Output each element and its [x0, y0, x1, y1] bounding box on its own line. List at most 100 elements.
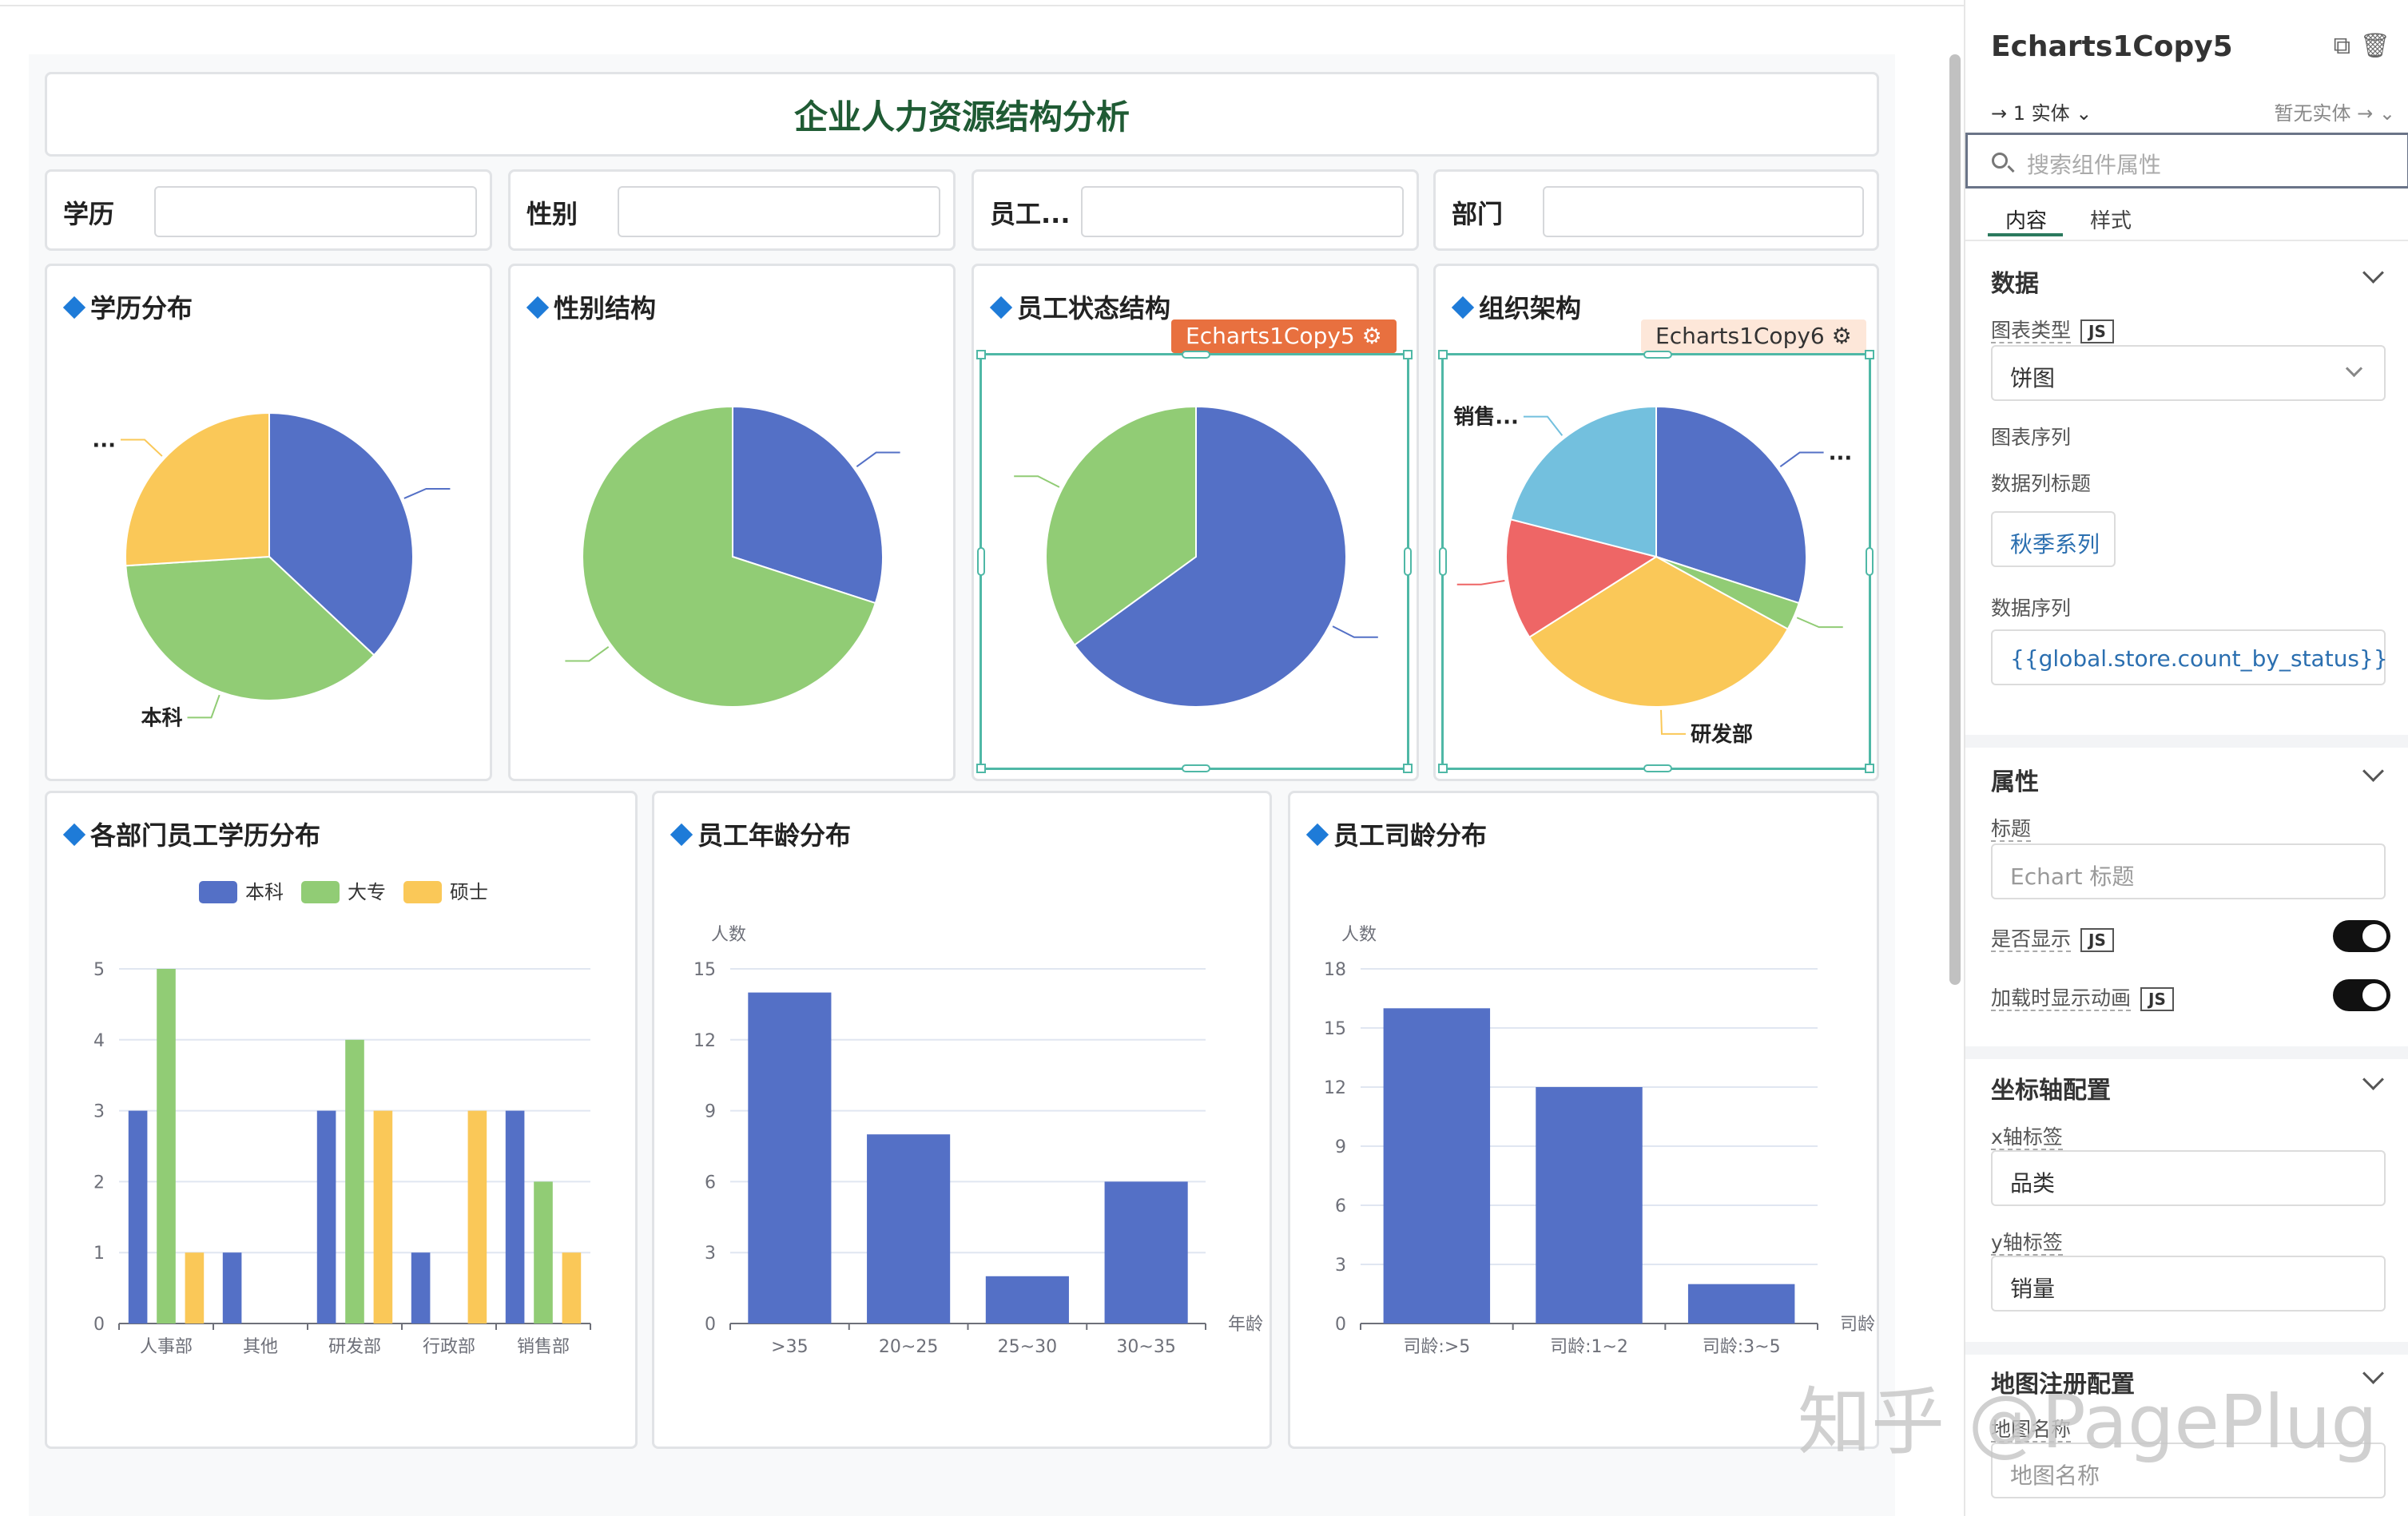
filter-department[interactable]: 部门 [1433, 169, 1879, 251]
card-gender-pie[interactable]: 性别结构 [508, 264, 956, 781]
filter-select[interactable] [1081, 186, 1404, 237]
y-tick-label: 4 [93, 1031, 105, 1051]
gear-icon[interactable]: ⚙ [1362, 323, 1382, 349]
resize-handle[interactable] [1865, 764, 1874, 773]
section-props-header[interactable]: 属性 [1991, 762, 2039, 797]
canvas-scrollbar[interactable] [1949, 54, 1961, 985]
legend-swatch [403, 881, 442, 903]
filter-status[interactable]: 员工... [972, 169, 1419, 251]
filter-education[interactable]: 学历 [45, 169, 492, 251]
resize-handle[interactable] [1403, 350, 1413, 359]
chevron-down-icon[interactable] [2362, 262, 2384, 284]
series-title-label: 数据列标题 [1991, 472, 2092, 495]
filter-label: 员工... [990, 199, 1071, 229]
tab-content[interactable]: 内容 [2005, 204, 2047, 234]
entity-selector[interactable]: → 1 实体 ⌄ [1991, 97, 2092, 125]
series-tag[interactable]: 秋季系列 [1991, 511, 2116, 567]
resize-handle[interactable] [977, 547, 985, 576]
pie-leader-line [856, 451, 900, 467]
selected-widget-badge[interactable]: Echarts1Copy5 ⚙ [1171, 319, 1397, 353]
x-axis-input[interactable]: 品类 [1991, 1150, 2386, 1206]
x-tick-label: 研发部 [328, 1337, 381, 1357]
chart-type-select[interactable]: 饼图 [1991, 345, 2386, 401]
bar [748, 992, 832, 1324]
resize-handle[interactable] [976, 764, 986, 773]
resize-handle[interactable] [1643, 351, 1672, 359]
section-data-header[interactable]: 数据 [1991, 264, 2039, 299]
card-tenure-bar[interactable]: 员工司龄分布 0 3 6 9 12 15 18 司龄:>5 司龄:1~2 司龄:3~5 人数 司龄 [1288, 791, 1879, 1449]
y-tick-label: 1 [93, 1244, 105, 1264]
resize-handle[interactable] [1865, 350, 1874, 359]
widget-badge[interactable]: Echarts1Copy6 ⚙ [1641, 319, 1866, 353]
selection-box-org[interactable] [1438, 350, 1874, 773]
age-bar-chart: 0 3 6 9 12 15 >35 20~25 25~30 30~35 人数年龄 [693, 925, 1263, 1357]
filter-select[interactable] [1543, 186, 1864, 237]
top-divider [0, 0, 1964, 6]
card-dept-edu-bar[interactable]: 各部门员工学历分布 0 1 2 3 4 5 人事部 其他 研发部 行政部 销售部 本科 大专 硕士 [45, 791, 638, 1449]
x-tick-label: 30~35 [1116, 1337, 1175, 1357]
bar [867, 1134, 951, 1324]
bar [505, 1110, 525, 1324]
y-axis-title: 人数 [711, 925, 746, 945]
js-toggle[interactable]: JS [2080, 319, 2114, 343]
resize-handle[interactable] [1438, 764, 1448, 773]
chevron-down-icon[interactable] [2362, 760, 2384, 782]
resize-handle[interactable] [1404, 547, 1412, 576]
input-placeholder: Echart 标题 [2010, 863, 2135, 890]
filter-label: 部门 [1452, 199, 1504, 229]
y-tick-label: 12 [1324, 1078, 1346, 1098]
bar [1536, 1087, 1643, 1324]
dashboard-title-card[interactable]: 企业人力资源结构分析 [45, 72, 1879, 157]
selection-box-status[interactable] [976, 350, 1413, 773]
bar [128, 1110, 148, 1324]
card-education-pie[interactable]: 学历分布 本科... [45, 264, 492, 781]
resize-handle[interactable] [1643, 764, 1672, 772]
filter-select[interactable] [618, 186, 940, 237]
bar [185, 1252, 205, 1324]
watermark: 知乎 @PagePlug [1798, 1379, 2378, 1465]
label-text: x轴标签 [1991, 1125, 2063, 1150]
entity-target[interactable]: 暂无实体 → ⌄ [2275, 97, 2395, 125]
y-tick-label: 0 [705, 1315, 716, 1335]
filter-select[interactable] [154, 186, 477, 237]
input-value: 销量 [2010, 1276, 2056, 1302]
js-toggle[interactable]: JS [2140, 987, 2174, 1011]
chevron-down-icon[interactable] [2362, 1069, 2384, 1090]
gear-icon[interactable]: ⚙ [1832, 323, 1852, 349]
resize-handle[interactable] [1182, 351, 1210, 359]
pie-leader-line [403, 488, 451, 499]
filter-gender[interactable]: 性别 [508, 169, 956, 251]
section-axis-header[interactable]: 坐标轴配置 [1991, 1070, 2111, 1105]
data-series-label: 数据序列 [1991, 597, 2072, 620]
resize-handle[interactable] [1866, 547, 1874, 576]
legend-label: 本科 [245, 881, 284, 903]
badge-label: Echarts1Copy5 [1186, 323, 1355, 349]
bar [534, 1181, 553, 1324]
resize-handle[interactable] [976, 350, 986, 359]
tab-style[interactable]: 样式 [2090, 204, 2132, 234]
property-search[interactable]: 搜索组件属性 [1965, 133, 2408, 189]
show-toggle[interactable] [2333, 920, 2390, 952]
legend-label: 大专 [348, 881, 386, 903]
delete-icon[interactable]: 🗑 [2360, 32, 2390, 60]
x-axis-title: 司龄 [1840, 1315, 1875, 1335]
anim-toggle[interactable] [2333, 979, 2390, 1011]
show-label: 是否显示 JS [1991, 923, 2114, 952]
chevron-down-icon [2345, 359, 2363, 378]
y-label: y轴标签 [1991, 1227, 2063, 1256]
bar [411, 1252, 431, 1324]
y-axis-input[interactable]: 销量 [1991, 1256, 2386, 1312]
resize-handle[interactable] [1438, 350, 1448, 359]
resize-handle[interactable] [1182, 764, 1210, 772]
title-input[interactable]: Echart 标题 [1991, 843, 2386, 899]
copy-icon[interactable]: ⧉ [2334, 32, 2350, 60]
resize-handle[interactable] [1439, 547, 1447, 576]
data-series-input[interactable]: {{global.store.count_by_status}} [1991, 629, 2388, 685]
panel-title: Echarts1Copy5 [1991, 30, 2233, 63]
dept-edu-bar-chart: 0 1 2 3 4 5 人事部 其他 研发部 行政部 销售部 本科 大专 硕士 [93, 881, 591, 1357]
search-input[interactable]: 搜索组件属性 [2027, 148, 2161, 180]
y-tick-label: 3 [705, 1244, 716, 1264]
js-toggle[interactable]: JS [2080, 928, 2114, 952]
card-age-bar[interactable]: 员工年龄分布 0 3 6 9 12 15 >35 20~25 25~30 30~35 人数 年龄 [652, 791, 1272, 1449]
resize-handle[interactable] [1403, 764, 1413, 773]
